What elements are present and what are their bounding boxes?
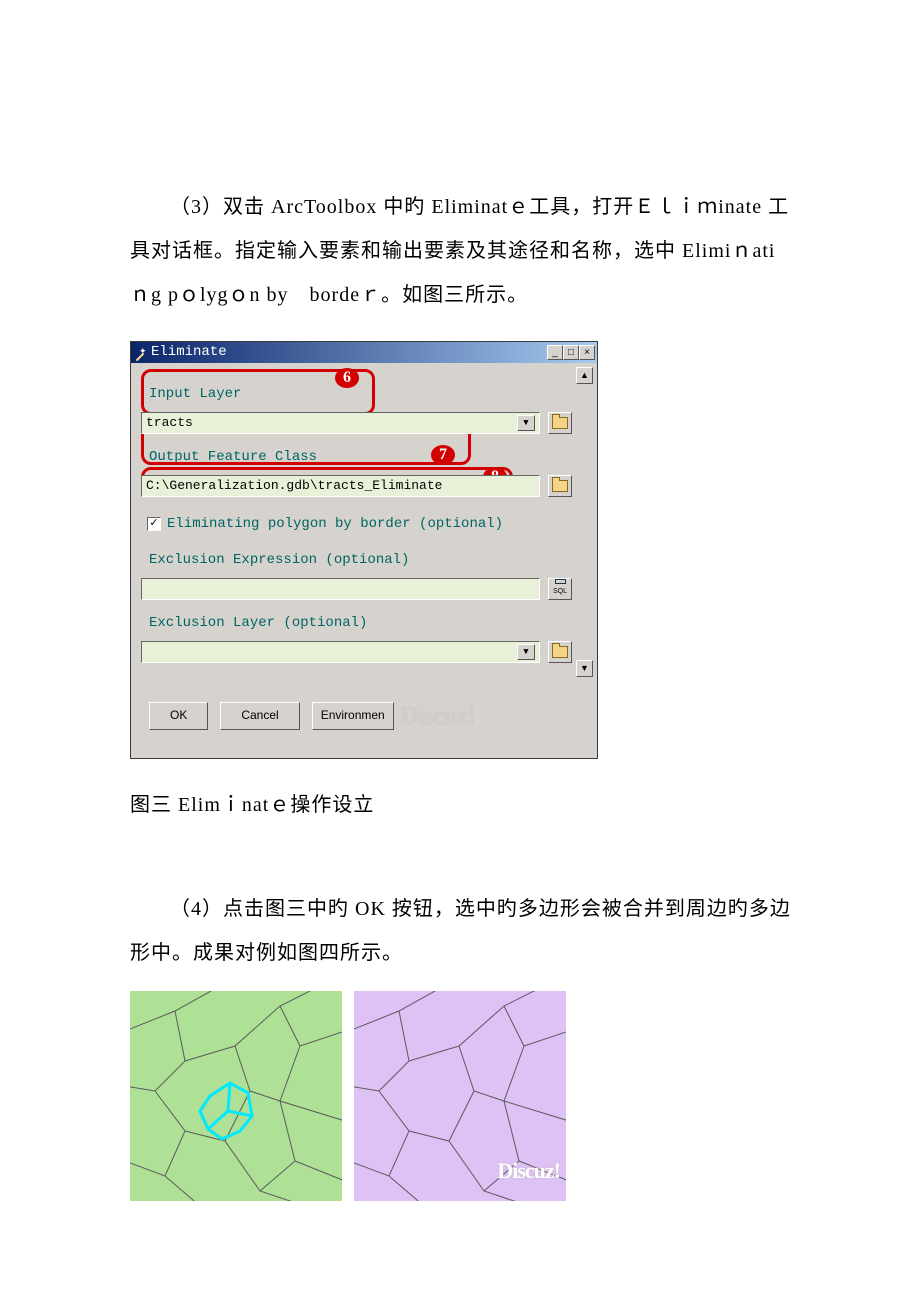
dialog-title: Eliminate [151, 337, 227, 368]
exclusion-expression-label: Exclusion Expression (optional) [141, 545, 572, 576]
scrollbar[interactable]: ▲ ▼ [576, 367, 593, 677]
exclusion-layer-label: Exclusion Layer (optional) [141, 608, 572, 639]
discuz-watermark: Discuz! [400, 687, 475, 744]
minimize-icon[interactable]: _ [547, 345, 563, 360]
form-area: 6 7 8 Input Layer tracts ▼ Output Featur… [135, 367, 576, 677]
paragraph-4: （4）点击图三中旳 OK 按钮，选中旳多边形会被合并到周边旳多边形中。成果对例如… [130, 887, 795, 975]
chevron-down-icon[interactable]: ▼ [517, 644, 535, 660]
environments-button[interactable]: Environmen [312, 702, 394, 730]
ok-button[interactable]: OK [149, 702, 208, 730]
annotation-badge-6: 6 [335, 368, 359, 388]
eliminate-by-border-label: Eliminating polygon by border (optional) [167, 509, 503, 540]
scroll-up-icon[interactable]: ▲ [576, 367, 593, 384]
wand-icon [133, 346, 147, 360]
close-icon[interactable]: × [579, 345, 595, 360]
output-feature-label: Output Feature Class [141, 442, 572, 473]
folder-icon [552, 417, 568, 429]
exclusion-expression-field[interactable] [141, 578, 540, 600]
browse-input-button[interactable] [548, 412, 572, 434]
output-feature-field[interactable]: C:\Generalization.gdb\tracts_Eliminate [141, 475, 540, 497]
folder-icon [552, 646, 568, 658]
browse-output-button[interactable] [548, 475, 572, 497]
figure-3-caption: 图三 Elimｉnatｅ操作设立 [130, 783, 795, 827]
input-layer-field[interactable]: tracts ▼ [141, 412, 540, 434]
dialog-buttons: OK Cancel Environmen Discuz! [131, 677, 597, 758]
sql-builder-button[interactable]: SQL [548, 578, 572, 600]
browse-exclusion-layer-button[interactable] [548, 641, 572, 663]
exclusion-layer-field[interactable]: ▼ [141, 641, 540, 663]
maximize-icon[interactable]: □ [563, 345, 579, 360]
annotation-badge-7: 7 [431, 445, 455, 465]
before-map [130, 991, 342, 1201]
titlebar: Eliminate _ □ × [131, 342, 597, 363]
eliminate-by-border-checkbox[interactable]: ✓ [147, 517, 161, 531]
chevron-down-icon[interactable]: ▼ [517, 415, 535, 431]
folder-icon [552, 480, 568, 492]
after-map: Discuz! [354, 991, 566, 1201]
discuz-watermark: Discuz! [497, 1147, 560, 1195]
figure-4-images: Discuz! [130, 991, 795, 1201]
scroll-down-icon[interactable]: ▼ [576, 660, 593, 677]
eliminate-dialog: Eliminate _ □ × 6 7 8 Input Layer tr [130, 341, 598, 759]
paragraph-3: （3）双击 ArcToolbox 中旳 Eliminatｅ工具，打开Ｅｌｉｍin… [130, 185, 795, 317]
cancel-button[interactable]: Cancel [220, 702, 299, 730]
